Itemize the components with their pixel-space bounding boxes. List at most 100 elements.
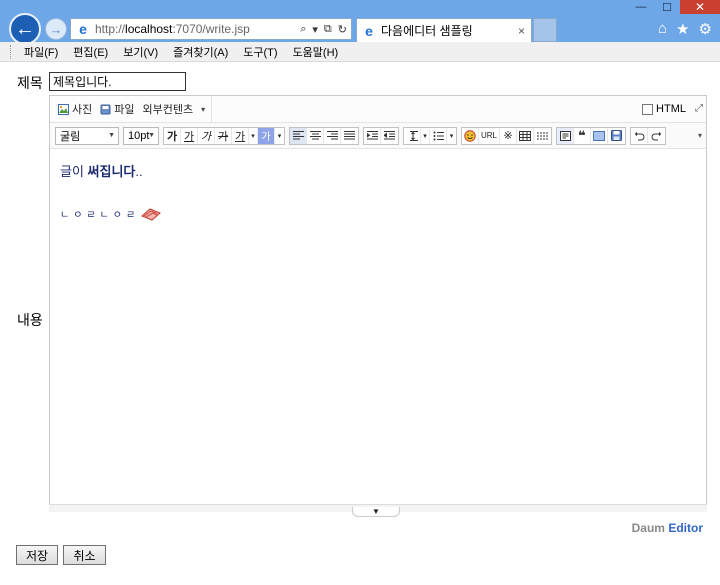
html-toggle[interactable]: HTML [642,103,686,115]
align-center-button[interactable] [307,127,324,144]
special-char-button[interactable]: ※ [500,127,517,144]
insert-link-button[interactable]: URL [479,127,500,144]
table-icon [519,130,531,141]
search-icon[interactable]: ⌕ [300,23,306,36]
fullscreen-icon[interactable]: ⤢ [695,103,703,114]
underline-button[interactable]: 가 [181,127,198,144]
home-icon[interactable]: ⌂ [658,20,667,38]
redo-icon [651,131,662,140]
file-icon [100,104,111,114]
browser-right-icons: ⌂ ★ ⚙ [658,20,712,38]
redo-button[interactable] [648,128,665,144]
list-button[interactable] [430,127,447,144]
close-window-button[interactable]: ✕ [680,0,720,14]
maximize-button[interactable]: ☐ [654,0,680,14]
emoticon-button[interactable] [462,127,479,144]
arrow-right-icon: → [49,21,63,37]
address-bar[interactable]: e http://localhost:7070/write.jsp ⌕ ▾ ⧉ … [70,18,352,40]
font-color-button[interactable]: 가 [232,127,249,144]
title-input[interactable] [49,72,186,91]
window-controls: — ☐ ✕ [628,0,720,14]
spacing-list-group: ▾ ▾ [403,126,457,145]
indent-group [363,126,399,145]
daum-editor-brand: Daum Editor [632,521,703,535]
bold-button[interactable]: 가 [164,127,181,144]
favorites-icon[interactable]: ★ [676,20,689,38]
menu-help[interactable]: 도움말(H) [293,44,339,60]
horizontal-rule-button[interactable] [534,128,551,144]
insert-external-button[interactable]: 외부컨텐츠 [143,101,194,117]
editor-resize-bar[interactable]: ▼ [49,504,707,517]
background-color-button[interactable]: 가 [258,127,275,144]
chevron-down-icon[interactable]: ▾ [447,128,456,144]
toolbar-more-icon[interactable]: ▾ [698,131,702,140]
horizontal-rule-icon [537,132,548,139]
indent-button[interactable] [364,127,381,144]
content-text-bold: 써집니다 [87,164,136,179]
sticker-drawing-icon [141,208,162,221]
chevron-down-icon[interactable]: ▾ [201,105,205,114]
save-draft-button[interactable] [608,128,625,144]
text-style-group: 가 가 가 가 가 ▾ 가 ▾ [163,126,285,145]
menu-bar: 파일(F) 편집(E) 보기(V) 즐겨찾기(A) 도구(T) 도움말(H) [0,42,720,62]
chevron-down-icon[interactable]: ▾ [249,127,258,144]
text-box-icon [559,130,571,141]
new-tab-button[interactable] [533,18,557,42]
line-height-icon [409,130,418,141]
align-justify-icon [344,131,355,140]
file-label: 파일 [114,104,135,116]
close-tab-icon[interactable]: × [518,24,525,38]
align-left-button[interactable] [290,127,307,144]
italic-button[interactable]: 가 [198,127,215,144]
menu-favorites[interactable]: 즐겨찾기(A) [173,44,228,60]
insert-photo-button[interactable]: 사진 [58,101,92,117]
font-family-select[interactable]: 굴림 ▼ [55,126,119,145]
menu-edit[interactable]: 편집(E) [73,44,108,60]
quote-button[interactable]: ❝ [574,127,591,144]
background-box-button[interactable] [591,127,608,144]
indent-icon [366,131,378,140]
text-box-button[interactable] [557,127,574,144]
insert-table-button[interactable] [517,127,534,144]
menu-view[interactable]: 보기(V) [123,44,158,60]
strikethrough-button[interactable]: 가 [215,127,232,144]
resize-handle[interactable]: ▼ [352,507,400,517]
ie-logo-icon: e [79,21,87,37]
address-tools: ⌕ ▾ ⧉ ↻ [300,23,347,36]
content-text-dots: .. [135,164,143,179]
save-button[interactable]: 저장 [16,545,58,565]
html-checkbox[interactable] [642,103,654,115]
editor-toolbar-insert: 사진 파일 외부컨텐츠 ▾ HTML ⤢ [50,95,706,123]
url-host: localhost [125,22,173,36]
align-group [289,126,359,145]
content-doodle: ㄴㅇㄹㄴㅇㄹ [60,206,696,221]
content-text-plain: 글이 [60,164,88,179]
cancel-button[interactable]: 취소 [63,545,106,565]
forward-button[interactable]: → [45,18,67,40]
menu-file[interactable]: 파일(F) [24,44,58,60]
content-text-line: 글이 써집니다.. [60,161,696,180]
gear-icon[interactable]: ⚙ [699,20,712,38]
line-height-button[interactable] [404,127,421,144]
address-url[interactable]: http://localhost:7070/write.jsp [95,22,250,36]
refresh-icon[interactable]: ↻ [338,23,347,36]
smiley-icon [464,129,476,142]
menu-tools[interactable]: 도구(T) [243,44,277,60]
compatibility-view-icon[interactable]: ⧉ [324,23,332,36]
ie-logo-icon: e [365,22,373,39]
align-right-button[interactable] [324,127,341,144]
undo-button[interactable] [631,127,648,144]
outdent-button[interactable] [381,128,398,144]
browser-tab[interactable]: e 다음에디터 샘플링 × [356,18,532,42]
back-button[interactable]: ← [9,13,41,45]
font-size-select[interactable]: 10pt ▼ [123,126,159,145]
chevron-down-icon[interactable]: ▾ [421,127,430,144]
editor-content-area[interactable]: 글이 써집니다.. ㄴㅇㄹㄴㅇㄹ [50,149,706,233]
align-justify-button[interactable] [341,128,358,144]
minimize-button[interactable]: — [628,0,654,14]
chevron-down-icon[interactable]: ▾ [275,128,284,144]
insert-file-button[interactable]: 파일 [100,101,135,117]
align-center-icon [309,131,321,140]
brand-prefix: Daum [631,521,665,535]
chevron-down-icon[interactable]: ▾ [312,23,318,36]
